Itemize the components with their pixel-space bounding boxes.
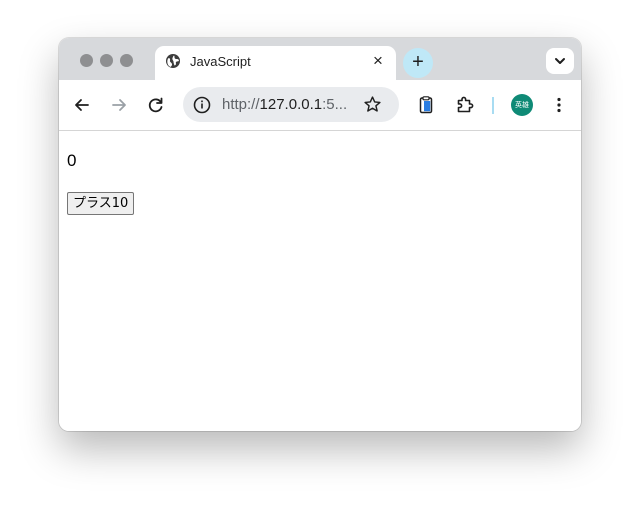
forward-arrow-icon[interactable]	[109, 95, 129, 115]
zoom-window-button[interactable]	[120, 54, 133, 67]
star-icon[interactable]	[363, 95, 382, 114]
plus-ten-button[interactable]: プラス10	[67, 192, 135, 215]
tab-title: JavaScript	[190, 54, 251, 69]
url-scheme: http://	[222, 96, 260, 113]
address-bar[interactable]: http://127.0.0.1:5...	[183, 87, 399, 122]
back-arrow-icon[interactable]	[72, 95, 92, 115]
extensions-puzzle-icon[interactable]	[455, 95, 475, 115]
tab-search-button[interactable]	[546, 48, 574, 74]
url-rest: :5...	[322, 96, 348, 113]
browser-toolbar: http://127.0.0.1:5... 英雄	[59, 80, 581, 131]
chevron-down-icon	[555, 58, 565, 64]
new-tab-button[interactable]: +	[403, 48, 433, 78]
toolbar-divider	[492, 97, 494, 114]
browser-window: JavaScript × + http://127.0.0.1:5... 英雄 …	[59, 38, 581, 431]
close-window-button[interactable]	[80, 54, 93, 67]
profile-avatar[interactable]: 英雄	[511, 94, 533, 116]
info-icon[interactable]	[193, 96, 211, 114]
page-content: 0 プラス10	[59, 131, 581, 431]
reload-icon[interactable]	[146, 95, 166, 115]
active-tab[interactable]: JavaScript ×	[155, 46, 396, 80]
minimize-window-button[interactable]	[100, 54, 113, 67]
clipboard-icon[interactable]	[416, 95, 436, 115]
counter-value: 0	[67, 151, 77, 170]
kebab-menu-icon[interactable]	[549, 95, 569, 115]
globe-icon	[166, 54, 180, 68]
tab-strip: JavaScript × +	[59, 38, 581, 80]
url-text: http://127.0.0.1:5...	[222, 96, 347, 113]
tab-close-icon[interactable]: ×	[373, 51, 383, 71]
url-host: 127.0.0.1	[259, 96, 323, 113]
